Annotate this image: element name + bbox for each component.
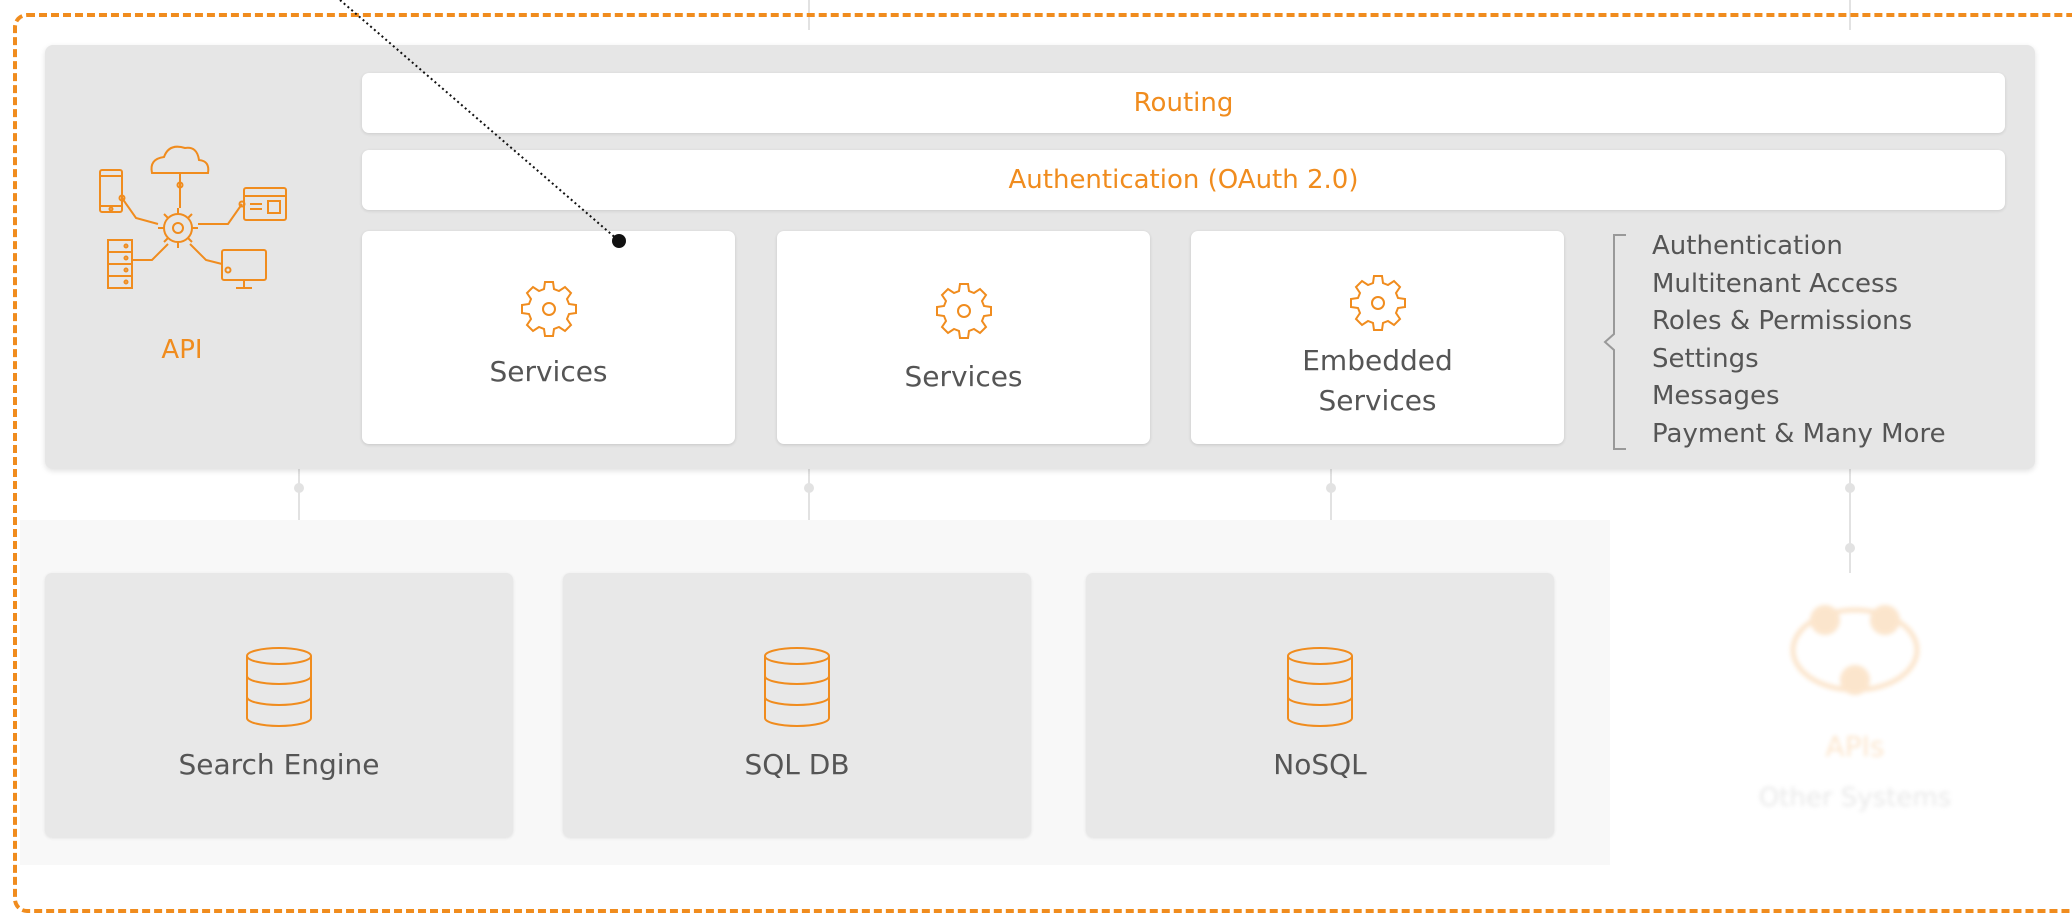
database-icon <box>764 647 830 727</box>
service-label: Services <box>904 360 1023 393</box>
database-label: Search Engine <box>178 748 380 781</box>
other-systems: APIs Other Systems <box>1740 580 1970 840</box>
service-label: Services <box>489 355 608 388</box>
api-network-icon <box>99 145 287 289</box>
gear-icon <box>1349 275 1406 331</box>
api-label: API <box>161 335 203 365</box>
database-icon <box>246 647 312 727</box>
authentication-bar: Authentication (OAuth 2.0) <box>362 150 2005 210</box>
database-label: NoSQL <box>1273 748 1367 781</box>
cloud-network-icon <box>1790 605 1920 695</box>
database-card: NoSQL <box>1086 573 1554 837</box>
feature-item: Messages <box>1652 381 1780 411</box>
feature-item: Roles & Permissions <box>1652 306 1913 336</box>
service-label-line1: Embedded <box>1302 344 1453 377</box>
feature-item: Authentication <box>1652 231 1843 261</box>
database-card: Search Engine <box>45 573 513 837</box>
other-systems-subtitle: Other Systems <box>1758 783 1952 813</box>
service-label-line2: Services <box>1318 384 1437 417</box>
database-icon <box>1287 647 1353 727</box>
database-card: SQL DB <box>563 573 1031 837</box>
feature-item: Settings <box>1652 343 1759 374</box>
database-label: SQL DB <box>744 748 850 781</box>
routing-bar: Routing <box>362 73 2005 133</box>
bracket-icon <box>1603 234 1626 450</box>
feature-item: Payment & Many More <box>1652 418 1946 449</box>
embedded-service-card: Embedded Services <box>1191 231 1564 444</box>
service-card: Services <box>362 231 735 444</box>
other-systems-title: APIs <box>1825 730 1885 763</box>
gear-icon <box>520 281 577 337</box>
service-card: Services <box>777 231 1150 444</box>
feature-item: Multitenant Access <box>1652 268 1899 299</box>
gear-icon <box>935 283 992 339</box>
feature-list: Authentication Multitenant Access Roles … <box>1652 228 1946 453</box>
